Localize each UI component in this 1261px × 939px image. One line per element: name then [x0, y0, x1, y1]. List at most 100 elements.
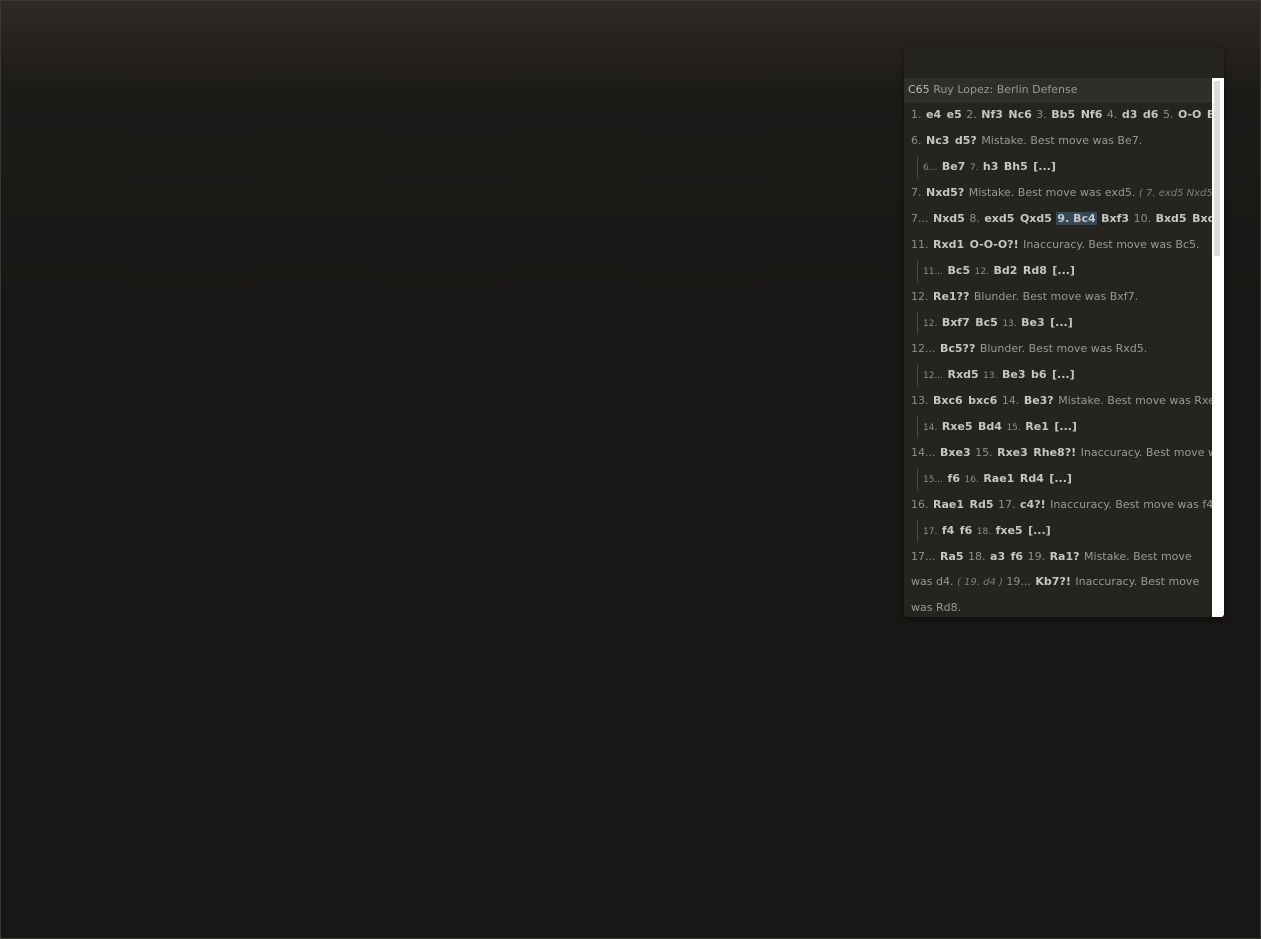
move[interactable]: O-O-O?! [969, 238, 1020, 251]
move[interactable]: f6 [959, 524, 973, 537]
move[interactable]: Rxd1 [932, 238, 965, 251]
current-move[interactable]: 9. Bc4 [1056, 212, 1097, 225]
move[interactable]: a3 [989, 550, 1006, 563]
move-number: 6... [923, 163, 938, 173]
move[interactable]: Nf6 [1080, 108, 1104, 121]
move[interactable]: Nc6 [1007, 108, 1032, 121]
move-line: 13. Bxc6 bxc6 14. Be3? Mistake. Best mov… [911, 388, 1212, 414]
move[interactable]: e5 [946, 108, 963, 121]
move[interactable]: Bxf7 [941, 316, 971, 329]
move[interactable]: Bh5 [1003, 160, 1029, 173]
variation-line: 6... Be7 7. h3 Bh5 [...] [917, 156, 1212, 178]
move[interactable]: Rxd5 [947, 368, 980, 381]
variation-line: 11... Bc5 12. Bd2 Rd8 [...] [917, 260, 1212, 282]
move[interactable]: Bc5 [974, 316, 999, 329]
move[interactable]: Bxe3 [939, 446, 972, 459]
move[interactable]: Bc5 [947, 264, 972, 277]
move[interactable]: f6 [947, 472, 961, 485]
move-comment: Inaccuracy. Best move was f4. [1050, 498, 1212, 511]
move[interactable]: [...] [1053, 420, 1078, 433]
move[interactable]: Nf3 [980, 108, 1004, 121]
move[interactable]: Bxf3 [1100, 212, 1130, 225]
inline-variation[interactable]: ( 19. d4 ) [957, 577, 1003, 588]
move[interactable]: Re1 [1024, 420, 1050, 433]
move-number: 19. [1027, 550, 1046, 563]
move-number: 12. [911, 290, 929, 303]
move-number: 8. [969, 212, 980, 225]
move-number: 5. [1162, 108, 1174, 121]
move[interactable]: Be7 [941, 160, 967, 173]
move[interactable]: d6 [1142, 108, 1160, 121]
move[interactable]: Rhe8?! [1032, 446, 1077, 459]
move[interactable]: [...] [1049, 316, 1074, 329]
move-line: 11. Rxd1 O-O-O?! Inaccuracy. Best move w… [911, 232, 1212, 258]
move-number: 14... [911, 446, 936, 459]
move[interactable]: Kb7?! [1034, 575, 1071, 588]
move[interactable]: Rxe5 [941, 420, 974, 433]
move[interactable]: Nc3 [925, 134, 950, 147]
move-line: 1. e4 e5 2. Nf3 Nc6 3. Bb5 Nf6 4. d3 d6 … [911, 102, 1212, 128]
opening-bar: C65 Ruy Lopez: Berlin Defense [904, 78, 1212, 102]
move[interactable]: O-O [1177, 108, 1202, 121]
move[interactable]: Qxd5 [1019, 212, 1053, 225]
move-number: 18. [968, 550, 986, 563]
move[interactable]: Bc5?? [939, 342, 976, 355]
move[interactable]: Rae1 [932, 498, 965, 511]
move[interactable]: [...] [1032, 160, 1057, 173]
move[interactable]: [...] [1027, 524, 1052, 537]
scrollbar[interactable] [1212, 78, 1224, 617]
move-number: 19... [1006, 575, 1031, 588]
move[interactable]: Bxc6 [932, 394, 964, 407]
move[interactable]: b6 [1030, 368, 1048, 381]
move[interactable]: d5? [954, 134, 978, 147]
inline-variation[interactable]: ( 7. exd5 Nxd5 ) [1139, 188, 1212, 199]
move[interactable]: Nxd5 [932, 212, 966, 225]
variation-line: 12. Bxf7 Bc5 13. Be3 [...] [917, 312, 1212, 334]
move[interactable]: [...] [1048, 472, 1073, 485]
move[interactable]: [...] [1051, 264, 1076, 277]
move[interactable]: Bb5 [1050, 108, 1076, 121]
move[interactable]: c4?! [1019, 498, 1047, 511]
move-line: 14... Bxe3 15. Rxe3 Rhe8?! Inaccuracy. B… [911, 440, 1212, 466]
move-comment: Inaccuracy. Best move was f6. [1080, 446, 1212, 459]
scrollbar-thumb[interactable] [1214, 81, 1220, 256]
move[interactable]: Rd4 [1019, 472, 1045, 485]
move-number: 17... [911, 550, 936, 563]
move[interactable]: Be3? [1023, 394, 1055, 407]
move[interactable]: Bxd1 [1191, 212, 1212, 225]
move[interactable]: Bd2 [992, 264, 1018, 277]
move-number: 12. [974, 267, 989, 277]
move[interactable]: Bd4 [977, 420, 1003, 433]
move[interactable]: [...] [1051, 368, 1076, 381]
move-number: 17. [923, 527, 938, 537]
move-number: 7... [911, 212, 929, 225]
move[interactable]: f6 [1010, 550, 1024, 563]
move[interactable]: h3 [982, 160, 1000, 173]
move[interactable]: d3 [1121, 108, 1139, 121]
move-comment: Mistake. Best move was exd5. [968, 186, 1136, 199]
move[interactable]: Rae1 [982, 472, 1015, 485]
eco-code: C65 [908, 83, 930, 96]
move-number: 4. [1106, 108, 1118, 121]
move-number: 14. [1001, 394, 1020, 407]
move[interactable]: Ra5 [939, 550, 965, 563]
move[interactable]: Rd5 [969, 498, 995, 511]
move[interactable]: Ra1? [1049, 550, 1081, 563]
move-list[interactable]: 1. e4 e5 2. Nf3 Nc6 3. Bb5 Nf6 4. d3 d6 … [904, 102, 1212, 617]
move-comment: Mistake. Best move was Rxe5. [1058, 394, 1212, 407]
move[interactable]: e4 [925, 108, 942, 121]
move-number: 16. [964, 475, 979, 485]
move-number: 11. [911, 238, 929, 251]
move[interactable]: bxc6 [967, 394, 998, 407]
move[interactable]: exd5 [983, 212, 1015, 225]
variation-line: 17. f4 f6 18. fxe5 [...] [917, 520, 1212, 542]
move[interactable]: Rd8 [1022, 264, 1048, 277]
move[interactable]: fxe5 [995, 524, 1024, 537]
move[interactable]: f4 [941, 524, 955, 537]
move[interactable]: Bxd5 [1155, 212, 1188, 225]
move[interactable]: Be3 [1020, 316, 1046, 329]
move[interactable]: Rxe3 [996, 446, 1029, 459]
move[interactable]: Be3 [1001, 368, 1027, 381]
move[interactable]: Nxd5? [925, 186, 965, 199]
move[interactable]: Re1?? [932, 290, 970, 303]
